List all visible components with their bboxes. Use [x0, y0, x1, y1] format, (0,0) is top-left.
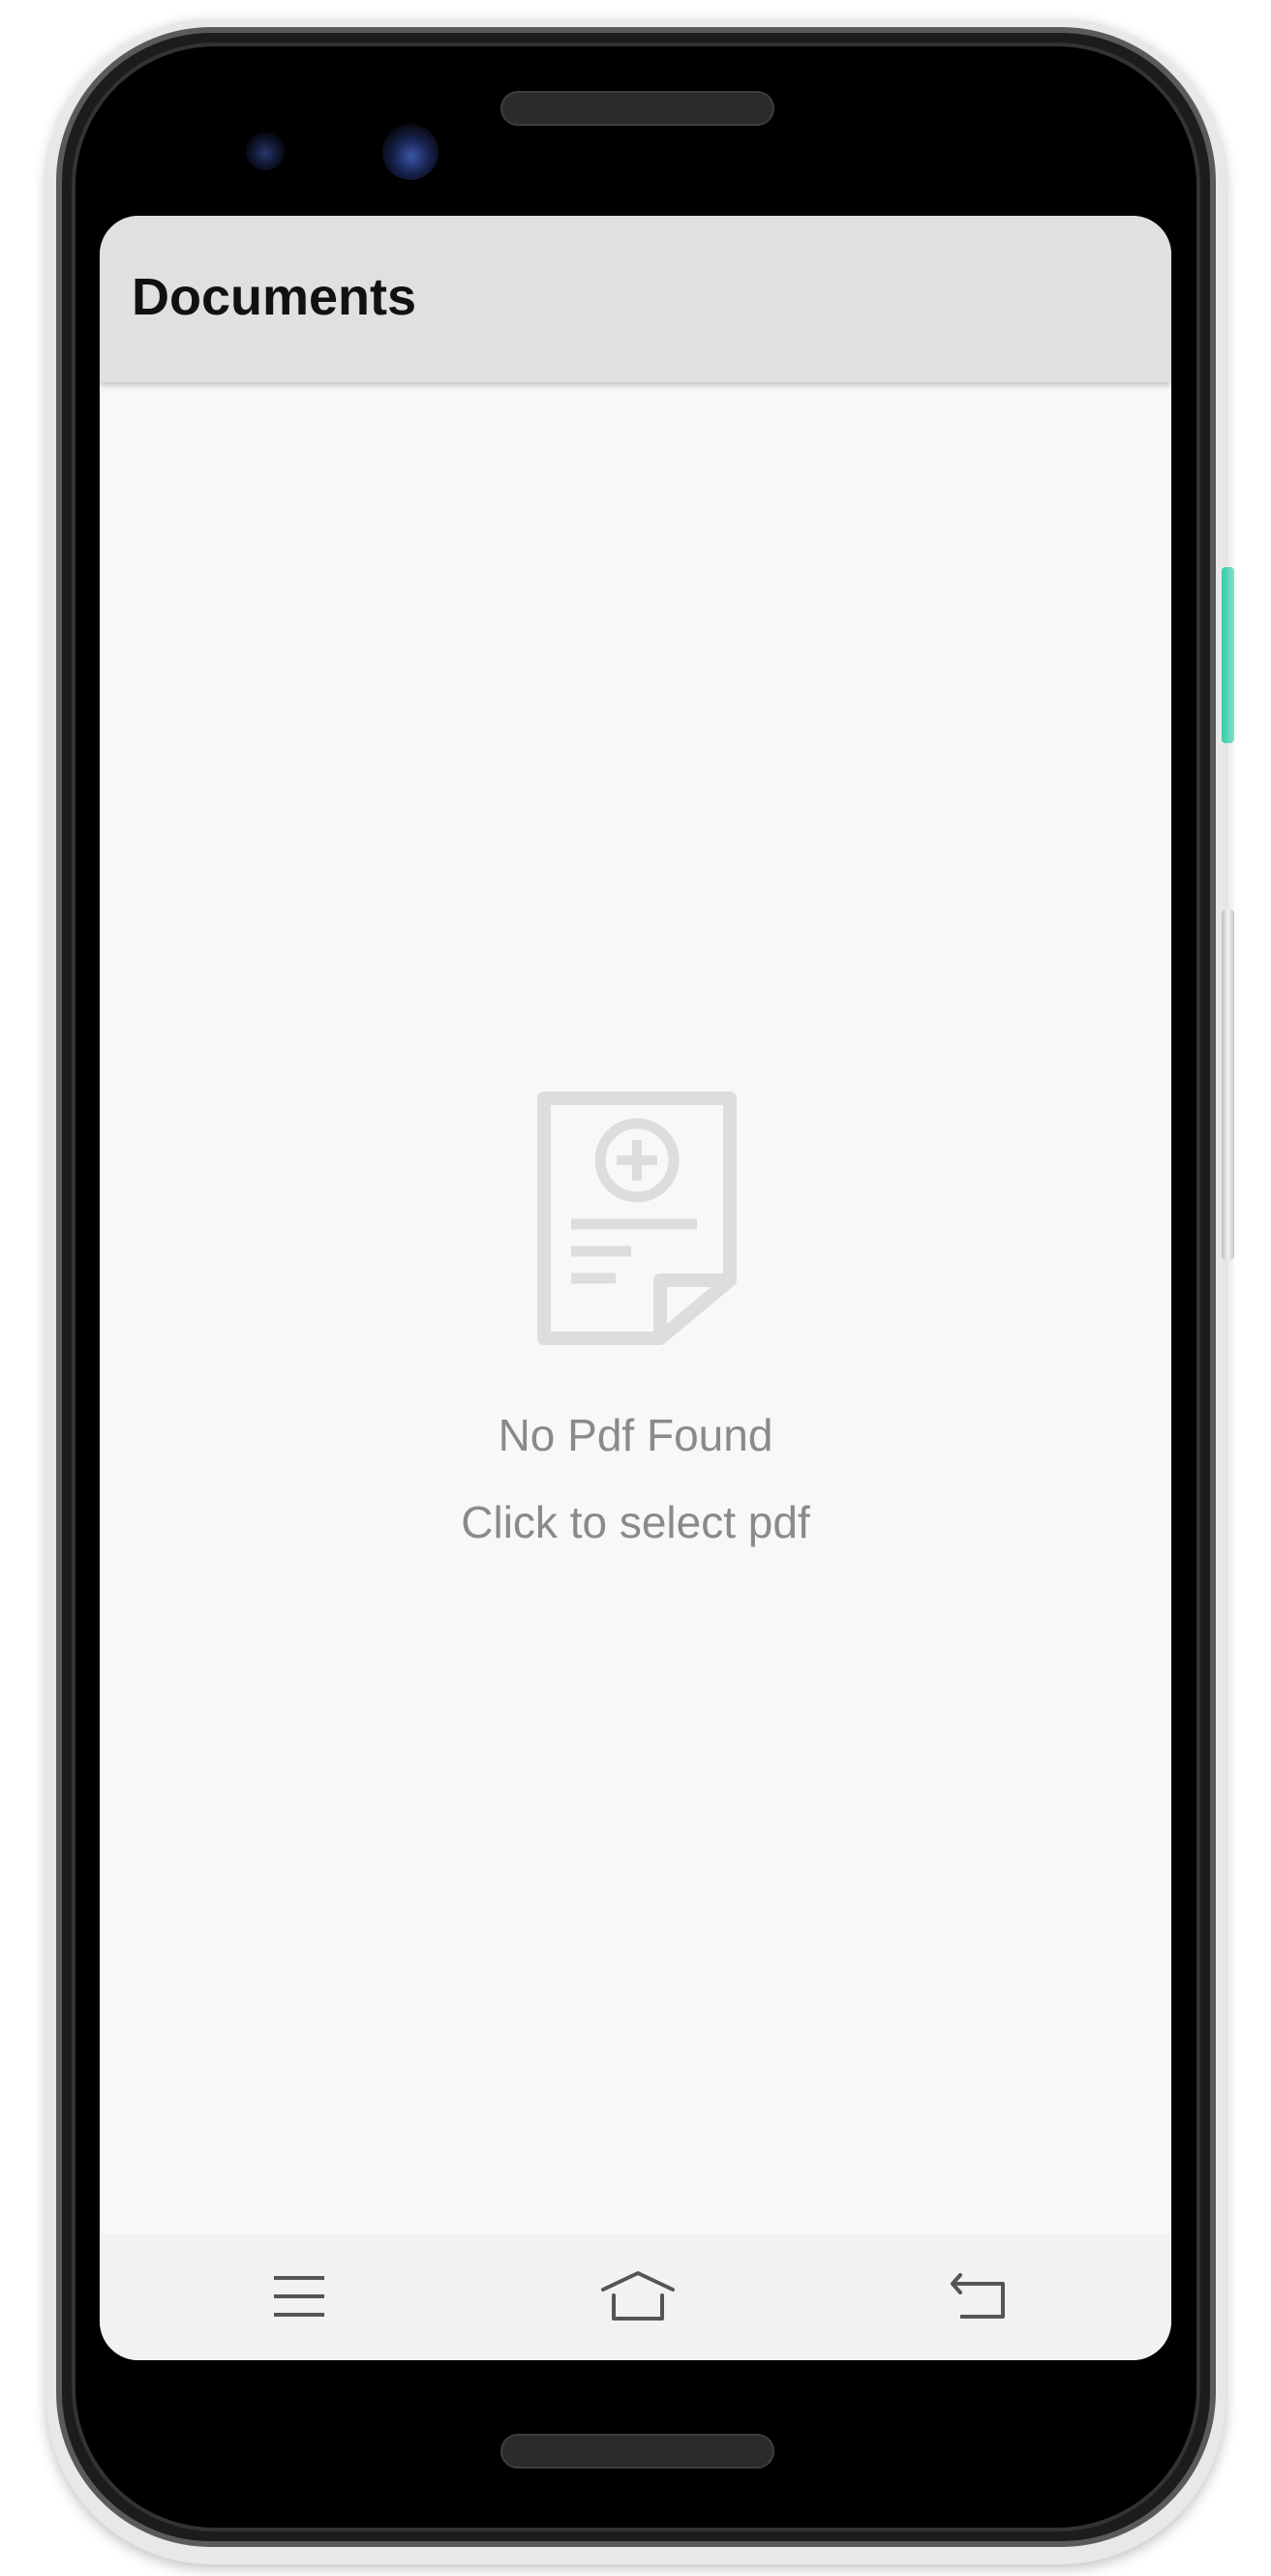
back-button[interactable] — [940, 2262, 1017, 2330]
page-title: Documents — [132, 268, 417, 326]
front-camera-large — [382, 124, 439, 180]
front-camera-small — [246, 132, 285, 170]
menu-button[interactable] — [260, 2262, 338, 2330]
app-bar: Documents — [100, 216, 1171, 382]
pdf-add-icon[interactable] — [532, 1087, 741, 1350]
select-pdf-prompt[interactable]: Click to select pdf — [100, 1495, 1171, 1549]
home-button[interactable] — [599, 2262, 677, 2330]
menu-icon — [274, 2276, 324, 2317]
phone-screen: Documents No Pdf Found Click to select p… — [100, 216, 1171, 2360]
documents-list-area: No Pdf Found Click to select pdf — [100, 382, 1171, 2233]
system-nav-bar — [100, 2233, 1171, 2360]
home-icon — [601, 2271, 675, 2321]
back-icon — [951, 2273, 1005, 2319]
top-speaker — [500, 91, 774, 126]
empty-state[interactable]: No Pdf Found Click to select pdf — [100, 382, 1171, 2233]
power-button[interactable] — [1222, 567, 1234, 743]
empty-state-title: No Pdf Found — [498, 1410, 773, 1460]
volume-button[interactable] — [1222, 910, 1234, 1260]
bottom-speaker — [500, 2434, 774, 2469]
